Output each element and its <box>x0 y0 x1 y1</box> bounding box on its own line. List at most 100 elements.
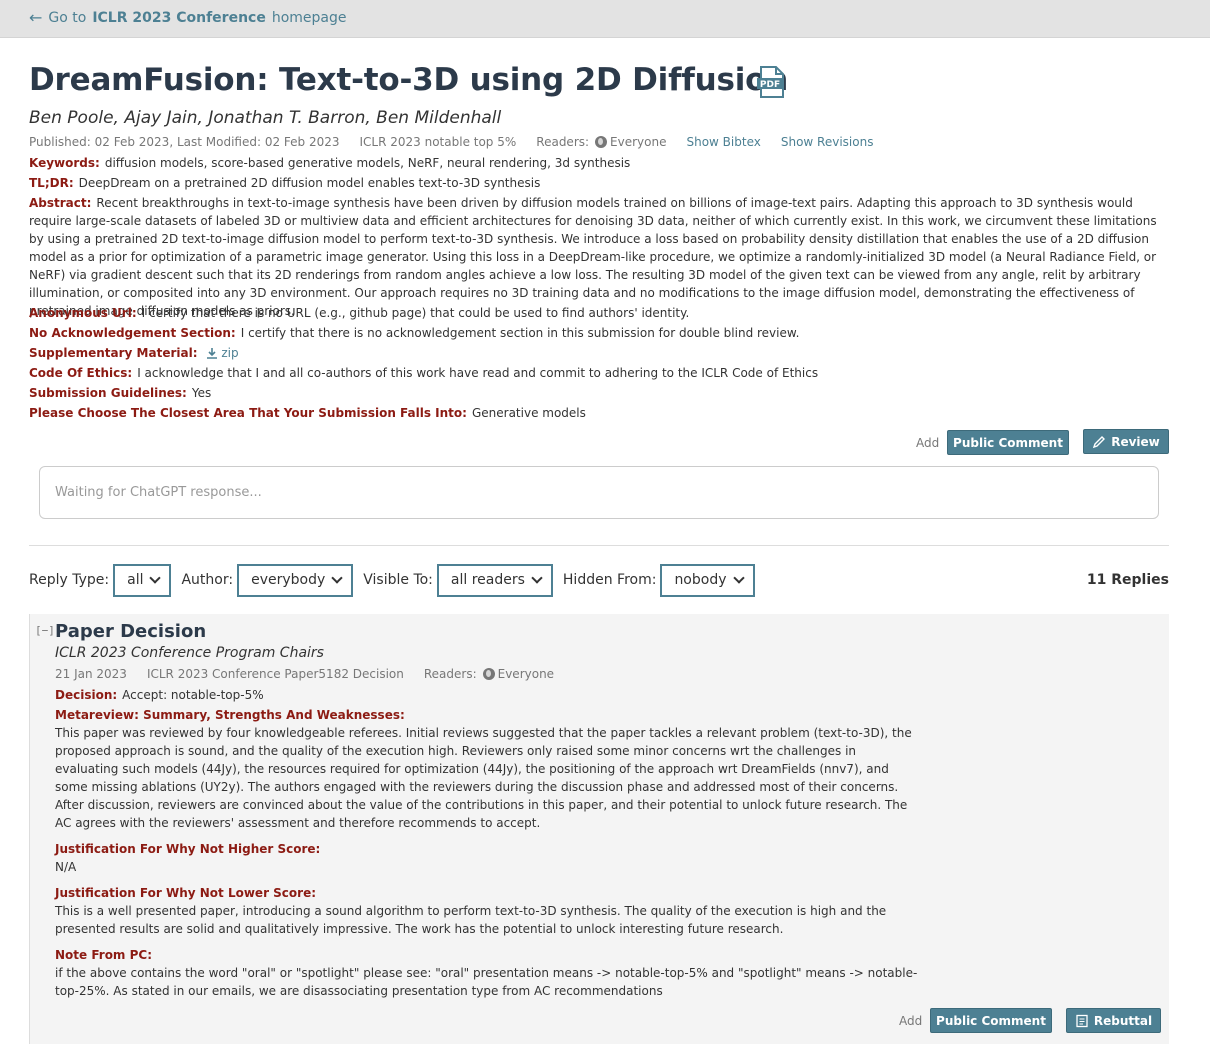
field-label: Keywords: <box>29 156 100 170</box>
supplementary-zip-link[interactable]: zip <box>206 346 239 360</box>
area-field: Please Choose The Closest Area That Your… <box>29 404 586 422</box>
field-value: if the above contains the word "oral" or… <box>55 966 918 998</box>
chevron-down-icon <box>531 572 543 584</box>
field-label: Code Of Ethics: <box>29 366 133 380</box>
field-label: TL;DR: <box>29 176 74 190</box>
field-label: Submission Guidelines: <box>29 386 187 400</box>
field-label: Metareview: Summary, Strengths And Weakn… <box>55 708 405 722</box>
supplementary-field: Supplementary Material: zip <box>29 344 239 362</box>
pdf-icon[interactable]: PDF <box>755 66 787 98</box>
keywords-field: Keywords: diffusion models, score-based g… <box>29 154 630 172</box>
note-invitation: ICLR 2023 Conference Paper5182 Decision <box>146 667 404 681</box>
pdf-icon-label: PDF <box>760 80 780 90</box>
visible-to-select[interactable]: all readers <box>436 563 553 597</box>
chatgpt-placeholder: Waiting for ChatGPT response... <box>55 485 262 500</box>
field-label: Supplementary Material: <box>29 346 198 360</box>
note-date: 21 Jan 2023 <box>55 667 127 681</box>
top-bar: ← Go to ICLR 2023 Conference homepage <box>0 0 1210 38</box>
field-label: Anonymous Url: <box>29 306 137 320</box>
reply-filters: Reply Type: all Author: everybody Visibl… <box>29 563 765 597</box>
visible-to-value: all readers <box>450 572 525 588</box>
review-button[interactable]: Review <box>1083 429 1169 454</box>
authors: Ben Poole, Ajay Jain, Jonathan T. Barron… <box>29 108 502 128</box>
download-icon <box>207 348 218 359</box>
show-revisions-link[interactable]: Show Revisions <box>781 135 874 149</box>
back-venue: ICLR 2023 Conference <box>92 10 266 26</box>
note-meta: 21 Jan 2023 ICLR 2023 Conference Paper51… <box>55 667 554 681</box>
field-label: Decision: <box>55 688 118 702</box>
field-label: Note From PC: <box>55 948 153 962</box>
reply-type-label: Reply Type: <box>29 572 110 588</box>
author-value: everybody <box>251 572 326 588</box>
note-from-pc-field: Note From PC: if the above contains the … <box>55 946 930 1000</box>
higher-score-field: Justification For Why Not Higher Score: … <box>55 840 915 876</box>
decision-field: Decision: Accept: notable-top-5% <box>55 686 915 704</box>
review-label: Review <box>1111 434 1160 449</box>
add-label: Add <box>899 1014 923 1028</box>
document-icon <box>1076 1014 1088 1027</box>
field-value: I certify that there is no URL (e.g., gi… <box>141 306 690 320</box>
field-value: DeepDream on a pretrained 2D diffusion m… <box>78 176 541 190</box>
field-value: Generative models <box>471 406 586 420</box>
chevron-down-icon <box>732 572 745 584</box>
hidden-from-label: Hidden From: <box>562 572 657 588</box>
chatgpt-response-box[interactable]: Waiting for ChatGPT response... <box>39 466 1159 519</box>
decision-note: [−] Paper Decision ICLR 2023 Conference … <box>29 614 1169 1044</box>
abstract-field: Abstract: Recent breakthroughs in text-to… <box>29 194 1169 320</box>
reply-type-value: all <box>127 572 144 588</box>
hidden-from-value: nobody <box>674 572 727 588</box>
back-prefix: Go to <box>48 10 87 26</box>
back-to-venue-link[interactable]: ← Go to ICLR 2023 Conference homepage <box>29 8 347 27</box>
readers-label: Readers: <box>536 135 590 149</box>
author-label: Author: <box>181 572 234 588</box>
author-select[interactable]: everybody <box>237 563 354 597</box>
paper-meta: Published: 02 Feb 2023, Last Modified: 0… <box>29 135 893 149</box>
public-comment-label: Public Comment <box>953 435 1063 450</box>
page-title: DreamFusion: Text-to-3D using 2D Diffusi… <box>29 62 789 98</box>
reply-type-select[interactable]: all <box>113 563 172 597</box>
field-value: Recent breakthroughs in text-to-image sy… <box>29 196 1157 318</box>
decision-public-comment-button[interactable]: Public Comment <box>930 1008 1052 1033</box>
note-title: Paper Decision <box>55 621 207 642</box>
publish-date: Published: 02 Feb 2023, Last Modified: 0… <box>29 135 340 149</box>
show-bibtex-link[interactable]: Show Bibtex <box>686 135 760 149</box>
tldr-field: TL;DR: DeepDream on a pretrained 2D diffu… <box>29 174 540 192</box>
rebuttal-label: Rebuttal <box>1093 1013 1153 1028</box>
field-value: This is a well presented paper, introduc… <box>55 904 887 936</box>
field-value: Yes <box>191 386 212 400</box>
arrow-left-icon: ← <box>29 8 43 27</box>
divider <box>29 545 1169 546</box>
lower-score-field: Justification For Why Not Lower Score: T… <box>55 884 915 938</box>
field-value: This paper was reviewed by four knowledg… <box>55 726 912 830</box>
note-signature: ICLR 2023 Conference Program Chairs <box>55 645 324 661</box>
field-value: I acknowledge that I and all co-authors … <box>137 366 819 380</box>
field-label: Abstract: <box>29 196 92 210</box>
pencil-icon <box>1093 435 1106 448</box>
chevron-down-icon <box>149 572 162 584</box>
readers-value: Everyone <box>610 135 667 149</box>
field-label: Justification For Why Not Lower Score: <box>55 886 317 900</box>
collapse-toggle[interactable]: [−] <box>35 624 55 637</box>
no-acknowledgement-field: No Acknowledgement Section: I certify tha… <box>29 324 799 342</box>
submission-guidelines-field: Submission Guidelines: Yes <box>29 384 211 402</box>
zip-label: zip <box>221 346 239 360</box>
visible-to-label: Visible To: <box>363 572 433 588</box>
field-value: I certify that there is no acknowledgeme… <box>240 326 800 340</box>
field-label: No Acknowledgement Section: <box>29 326 236 340</box>
replies-count: 11 Replies <box>1086 572 1169 588</box>
globe-icon <box>595 136 608 148</box>
hidden-from-select[interactable]: nobody <box>660 563 755 597</box>
venue-label: ICLR 2023 notable top 5% <box>359 135 517 149</box>
code-of-ethics-field: Code Of Ethics: I acknowledge that I and … <box>29 364 818 382</box>
globe-icon <box>482 668 495 680</box>
field-label: Justification For Why Not Higher Score: <box>55 842 321 856</box>
field-value: N/A <box>55 860 77 874</box>
note-readers-value: Everyone <box>497 667 555 681</box>
metareview-field: Metareview: Summary, Strengths And Weakn… <box>55 706 915 832</box>
rebuttal-button[interactable]: Rebuttal <box>1066 1008 1161 1033</box>
add-label: Add <box>916 436 940 450</box>
chevron-down-icon <box>331 572 343 584</box>
public-comment-label: Public Comment <box>936 1013 1046 1028</box>
field-label: Please Choose The Closest Area That Your… <box>29 406 467 420</box>
public-comment-button[interactable]: Public Comment <box>947 430 1069 455</box>
